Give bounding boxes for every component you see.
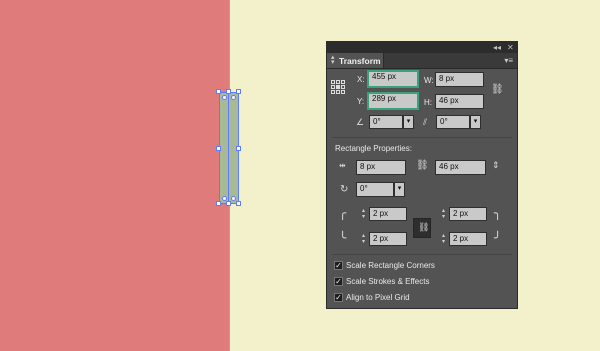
x-field[interactable]: 455 px bbox=[367, 70, 419, 88]
handle-top-center[interactable] bbox=[226, 89, 231, 94]
rotate-field[interactable]: 0° bbox=[369, 115, 403, 129]
corner-tr-field[interactable]: 2 px bbox=[449, 207, 487, 221]
scale-strokes-checkbox[interactable]: ✓ bbox=[334, 277, 343, 286]
y-field[interactable]: 289 px bbox=[367, 92, 419, 110]
collapse-icon[interactable]: ◂◂ bbox=[493, 43, 501, 52]
rect-rotate-icon: ↻ bbox=[340, 184, 349, 195]
separator-1 bbox=[332, 137, 512, 138]
corner-type-bottom-right-icon[interactable]: ╯ bbox=[494, 231, 501, 245]
rect-height-field[interactable]: 46 px bbox=[435, 160, 486, 175]
w-field[interactable]: 8 px bbox=[435, 72, 484, 87]
corner-tl-field[interactable]: 2 px bbox=[369, 207, 407, 221]
handle-bottom-left[interactable] bbox=[216, 201, 221, 206]
tab-expand-icon: ▴ ▾ bbox=[331, 54, 335, 66]
shear-icon: ⫽ bbox=[423, 117, 428, 127]
align-pixel-grid-checkbox[interactable]: ✓ bbox=[334, 293, 343, 302]
corner-widget-top-left[interactable] bbox=[222, 95, 227, 100]
red-artboard-area bbox=[0, 0, 229, 351]
corner-br-stepper[interactable]: ▴ ▾ bbox=[440, 233, 447, 247]
corner-type-top-left-icon[interactable]: ╭ bbox=[339, 206, 346, 220]
link-corners-button[interactable]: ⛓ bbox=[413, 218, 431, 238]
rotate-dropdown-button[interactable]: ▾ bbox=[403, 115, 414, 129]
tab-transform-label: Transform bbox=[339, 56, 381, 66]
corner-bl-stepper[interactable]: ▴ ▾ bbox=[360, 233, 367, 247]
corner-tr-stepper[interactable]: ▴ ▾ bbox=[440, 208, 447, 222]
panel-menu-icon[interactable]: ▾≡ bbox=[504, 56, 513, 65]
handle-bottom-right[interactable] bbox=[236, 201, 241, 206]
x-label: X: bbox=[357, 75, 365, 84]
rect-angle-dropdown-button[interactable]: ▾ bbox=[394, 182, 405, 197]
align-pixel-grid-label: Align to Pixel Grid bbox=[346, 293, 410, 302]
close-icon[interactable]: ✕ bbox=[507, 43, 514, 52]
scale-corners-label: Scale Rectangle Corners bbox=[346, 261, 435, 270]
handle-bottom-center[interactable] bbox=[226, 201, 231, 206]
corner-tl-stepper[interactable]: ▴ ▾ bbox=[360, 208, 367, 222]
corner-br-field[interactable]: 2 px bbox=[449, 232, 487, 246]
scale-corners-checkbox[interactable]: ✓ bbox=[334, 261, 343, 270]
rect-width-field[interactable]: 8 px bbox=[356, 160, 406, 175]
w-label: W: bbox=[424, 76, 434, 85]
h-label: H: bbox=[424, 98, 432, 107]
height-arrows-icon: ⇕ bbox=[492, 160, 500, 170]
corner-type-top-right-icon[interactable]: ╮ bbox=[494, 206, 501, 220]
rotate-icon: ∠ bbox=[356, 117, 365, 127]
handle-middle-left[interactable] bbox=[216, 146, 221, 151]
rect-constrain-icon[interactable]: ⛓ bbox=[416, 160, 429, 171]
handle-top-left[interactable] bbox=[216, 89, 221, 94]
corner-widget-top-right[interactable] bbox=[231, 95, 236, 100]
separator-2 bbox=[332, 254, 512, 255]
shear-field[interactable]: 0° bbox=[436, 115, 470, 129]
scale-strokes-label: Scale Strokes & Effects bbox=[346, 277, 430, 286]
tab-transform[interactable]: ▴ ▾ Transform bbox=[327, 53, 384, 68]
handle-top-right[interactable] bbox=[236, 89, 241, 94]
shear-dropdown-button[interactable]: ▾ bbox=[470, 115, 481, 129]
corner-widget-bottom-right[interactable] bbox=[231, 196, 236, 201]
reference-point-icon[interactable] bbox=[331, 80, 346, 95]
constrain-proportions-icon[interactable]: ⛓ bbox=[491, 84, 504, 95]
selection-center-line bbox=[228, 92, 229, 204]
y-label: Y: bbox=[357, 97, 365, 106]
panel-tab-row: ▴ ▾ Transform ▾≡ bbox=[327, 53, 517, 69]
rectangle-properties-heading: Rectangle Properties: bbox=[335, 144, 412, 153]
rect-angle-field[interactable]: 0° bbox=[356, 182, 394, 197]
corner-bl-field[interactable]: 2 px bbox=[369, 232, 407, 246]
h-field[interactable]: 46 px bbox=[435, 94, 484, 109]
width-arrows-icon: ⇹ bbox=[339, 161, 346, 170]
handle-middle-right[interactable] bbox=[236, 146, 241, 151]
panel-title-bar: ◂◂ ✕ bbox=[327, 42, 517, 53]
corner-type-bottom-left-icon[interactable]: ╰ bbox=[339, 231, 346, 245]
corner-widget-bottom-left[interactable] bbox=[222, 196, 227, 201]
link-icon: ⛓ bbox=[418, 222, 430, 232]
